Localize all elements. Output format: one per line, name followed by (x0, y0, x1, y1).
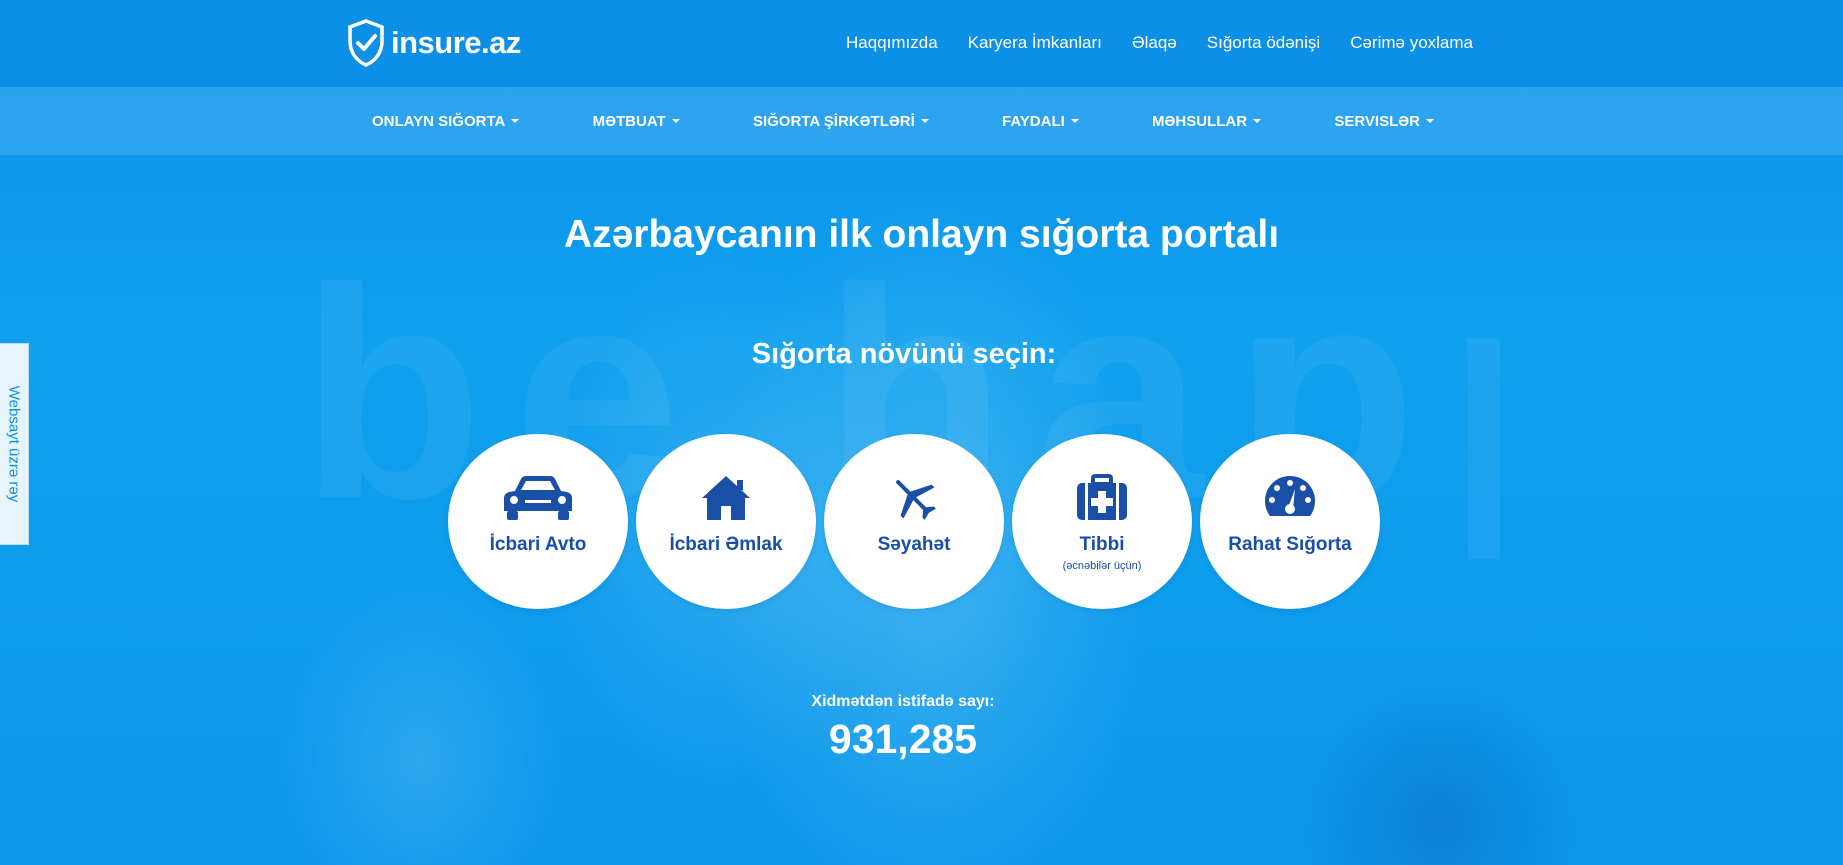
insurance-type-medical[interactable]: Tibbi (əcnəbilər üçün) (1012, 434, 1192, 609)
nav-label: MƏHSULLAR (1152, 112, 1248, 130)
insurance-type-label: Səyahət (877, 534, 951, 555)
hero-title: Azərbaycanın ilk onlayn sığorta portalı (563, 213, 1280, 256)
insurance-type-label: İcbari Avto (489, 534, 587, 555)
logo-text: insure.az (391, 25, 521, 60)
nav-label: SIĞORTA ŞİRKƏTLƏRİ (752, 112, 915, 130)
airplane-icon (895, 479, 936, 520)
top-link-payment[interactable]: Sığorta ödənişi (1207, 33, 1320, 53)
gauge-icon (1265, 476, 1315, 516)
insurance-type-list: İcbari Avto İcbari Əmlak Səyahət Tibbi (… (448, 434, 1380, 609)
caret-down-icon (671, 119, 680, 123)
usage-counter-label: Xidmətdən istifadə sayı: (811, 693, 995, 710)
top-link-careers[interactable]: Karyera İmkanları (968, 33, 1102, 53)
caret-down-icon (1070, 119, 1079, 123)
top-link-fines[interactable]: Cərimə yoxlama (1350, 33, 1473, 53)
nav-label: SERVISLƏR (1334, 112, 1420, 130)
top-link-about[interactable]: Haqqımızda (846, 33, 938, 53)
top-links: Haqqımızda Karyera İmkanları Əlaqə Sığor… (846, 33, 1473, 53)
shield-check-icon (348, 19, 384, 67)
nav-label: MƏTBUAT (592, 112, 666, 130)
medkit-icon (1077, 474, 1127, 520)
hero-subtitle: Sığorta növünü seçin: (751, 338, 1057, 370)
caret-down-icon (920, 119, 929, 123)
nav-press[interactable]: MƏTBUAT (593, 113, 680, 130)
nav-useful[interactable]: FAYDALI (1002, 113, 1079, 130)
nav-online-insurance[interactable]: ONLAYN SIĞORTA (372, 112, 520, 130)
nav-insurance-companies[interactable]: SIĞORTA ŞİRKƏTLƏRİ (753, 113, 929, 130)
house-icon (702, 476, 750, 520)
feedback-side-tab[interactable]: Websayt üzrə rəy (0, 343, 29, 545)
main-nav: ONLAYN SIĞORTA MƏTBUAT SIĞORTA ŞİRKƏTLƏR… (0, 87, 1843, 155)
insurance-type-travel[interactable]: Səyahət (824, 434, 1004, 609)
site-logo[interactable]: insure.az (347, 18, 521, 68)
insurance-type-label: Rahat Sığorta (1228, 534, 1352, 555)
caret-down-icon (1425, 119, 1434, 123)
nav-label: FAYDALI (1002, 112, 1065, 130)
car-icon (504, 476, 572, 520)
insurance-type-note: (əcnəbilər üçün) (1062, 560, 1142, 572)
caret-down-icon (1253, 119, 1262, 123)
nav-products[interactable]: MƏHSULLAR (1152, 112, 1262, 130)
insurance-type-label: İcbari Əmlak (669, 534, 783, 555)
insurance-type-label: Tibbi (1079, 534, 1125, 555)
insurance-type-compulsory-property[interactable]: İcbari Əmlak (636, 434, 816, 609)
nav-label: ONLAYN SIĞORTA (372, 112, 506, 130)
feedback-tab-label: Websayt üzrə rəy (5, 385, 23, 503)
nav-services[interactable]: SERVISLƏR (1334, 113, 1434, 130)
insurance-type-comfort[interactable]: Rahat Sığorta (1200, 434, 1380, 609)
caret-down-icon (511, 119, 520, 123)
top-header: insure.az Haqqımızda Karyera İmkanları Ə… (0, 0, 1843, 87)
top-link-contact[interactable]: Əlaqə (1132, 33, 1177, 53)
insurance-type-compulsory-auto[interactable]: İcbari Avto (448, 434, 628, 609)
usage-counter-value: 931,285 (828, 716, 978, 762)
